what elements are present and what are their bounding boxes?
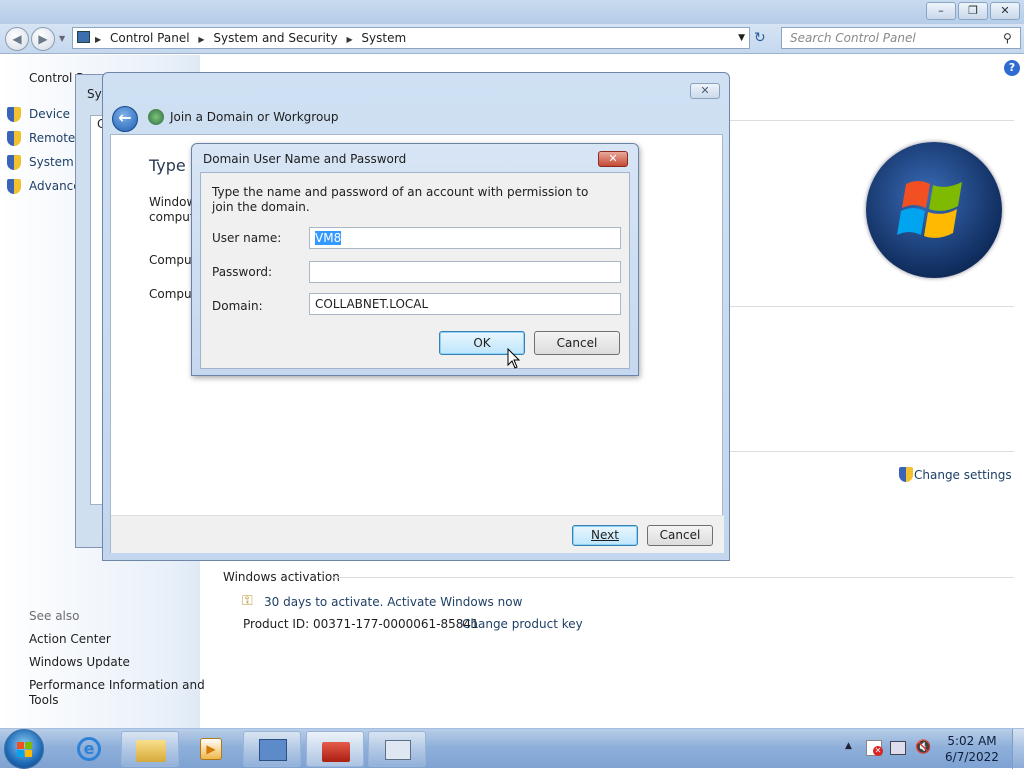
minimize-button[interactable]: – <box>926 2 956 20</box>
key-icon: ⚿ <box>242 593 253 609</box>
wizard-label-2: Comput <box>149 287 197 301</box>
internet-explorer-icon: e <box>77 737 101 761</box>
instruction-text: Type the name and password of an account… <box>212 185 589 214</box>
back-arrow-icon[interactable]: ← <box>112 106 138 132</box>
navigation-bar: ◀ ▶ ▼ ▶ Control Panel ▶ System and Secur… <box>0 24 1024 54</box>
task-advanced-settings[interactable]: Advance <box>29 179 81 193</box>
clock-time[interactable]: 5:02 AM <box>942 734 1002 748</box>
see-also-action-center[interactable]: Action Center <box>29 632 111 646</box>
control-panel-button[interactable] <box>243 731 301 767</box>
credentials-body: Type the name and password of an account… <box>200 172 630 369</box>
shield-icon <box>899 467 913 485</box>
wizard-heading: Type t <box>149 156 198 175</box>
next-button[interactable]: Next <box>572 525 638 546</box>
control-panel-icon <box>259 739 287 761</box>
computer-icon <box>385 740 411 760</box>
username-field[interactable]: VM8 <box>309 227 621 249</box>
password-label: Password: <box>212 265 273 279</box>
wizard-body-line2: comput <box>149 210 195 224</box>
credentials-dialog: Domain User Name and Password ✕ Type the… <box>191 143 639 376</box>
toolbox-icon <box>322 742 350 762</box>
shield-icon <box>7 107 21 125</box>
show-hidden-icons-icon[interactable]: ▲ <box>845 741 852 751</box>
divider <box>730 451 1014 452</box>
crumb-system[interactable]: System <box>361 31 406 45</box>
cancel-button[interactable]: Cancel <box>647 525 713 546</box>
see-also-performance-info[interactable]: Performance Information and <box>29 678 205 692</box>
shield-icon <box>7 179 21 197</box>
volume-muted-icon[interactable]: 🔇 <box>915 740 931 755</box>
toolbox-button[interactable] <box>306 731 364 767</box>
change-settings-link[interactable]: Change settings <box>914 468 1012 482</box>
crumb-control-panel[interactable]: Control Panel <box>110 31 190 45</box>
dialog-title: Join a Domain or Workgroup <box>170 110 339 124</box>
shield-icon <box>7 155 21 173</box>
divider <box>730 120 1014 121</box>
domain-field[interactable]: COLLABNET.LOCAL <box>309 293 621 315</box>
dialog-title: Domain User Name and Password <box>203 152 407 166</box>
username-value: VM8 <box>315 231 342 245</box>
search-input[interactable]: Search Control Panel <box>781 27 1021 49</box>
network-icon[interactable] <box>890 741 906 755</box>
address-bar[interactable]: ▶ Control Panel ▶ System and Security ▶ … <box>72 27 750 49</box>
wizard-body-line1: Window <box>149 195 197 209</box>
wizard-label-1: Comput <box>149 253 197 267</box>
search-icon[interactable]: ⚲ <box>1003 31 1012 45</box>
activate-windows-link[interactable]: 30 days to activate. Activate Windows no… <box>264 595 522 609</box>
forward-button[interactable]: ▶ <box>31 27 55 51</box>
start-button[interactable] <box>4 729 44 769</box>
show-desktop-button[interactable] <box>1012 729 1024 769</box>
activation-heading: Windows activation <box>223 570 340 584</box>
divider <box>332 577 1014 578</box>
see-also-tools[interactable]: Tools <box>29 693 59 707</box>
action-center-flag-icon[interactable]: ✕ <box>866 740 883 756</box>
windows-flag-icon <box>17 742 32 757</box>
address-dropdown-icon[interactable]: ▼ <box>738 28 745 48</box>
shield-icon <box>7 131 21 149</box>
crumb-separator-icon: ▶ <box>95 35 102 44</box>
close-button[interactable]: ✕ <box>690 83 720 99</box>
help-icon[interactable]: ? <box>1004 60 1020 76</box>
password-field[interactable] <box>309 261 621 283</box>
folder-icon <box>136 740 166 762</box>
crumb-separator-icon: ▶ <box>198 35 205 44</box>
system-properties-button[interactable] <box>368 731 426 767</box>
refresh-icon[interactable]: ↻ <box>754 30 766 46</box>
close-button[interactable]: ✕ <box>598 151 628 167</box>
username-label: User name: <box>212 231 282 245</box>
change-product-key-link[interactable]: Change product key <box>462 617 583 631</box>
media-player-button[interactable]: ▶ <box>182 731 240 767</box>
cancel-button[interactable]: Cancel <box>534 331 620 355</box>
control-panel-icon <box>77 31 90 43</box>
maximize-button[interactable]: ❐ <box>958 2 988 20</box>
internet-explorer-button[interactable]: e <box>60 731 118 767</box>
close-button[interactable]: ✕ <box>990 2 1020 20</box>
title-bar: – ❐ ✕ <box>0 0 1024 24</box>
domain-label: Domain: <box>212 299 263 313</box>
windows-logo <box>866 142 1002 278</box>
wizard-footer: Next Cancel <box>111 515 724 553</box>
clock-date[interactable]: 6/7/2022 <box>942 750 1002 764</box>
crumb-separator-icon: ▶ <box>346 35 353 44</box>
taskbar: e ▶ ▲ ✕ 🔇 5:02 AM 6/7/2022 <box>0 728 1024 769</box>
see-also-heading: See also <box>29 609 80 623</box>
recent-pages-icon[interactable]: ▼ <box>59 34 65 43</box>
crumb-system-security[interactable]: System and Security <box>213 31 337 45</box>
media-player-icon: ▶ <box>200 738 222 760</box>
back-button[interactable]: ◀ <box>5 27 29 51</box>
divider <box>730 306 1014 307</box>
windows-explorer-button[interactable] <box>121 731 179 767</box>
network-globe-icon <box>148 109 164 125</box>
product-id: Product ID: 00371-177-0000061-85841 <box>243 617 479 631</box>
see-also-windows-update[interactable]: Windows Update <box>29 655 130 669</box>
mouse-cursor-icon <box>507 348 521 369</box>
